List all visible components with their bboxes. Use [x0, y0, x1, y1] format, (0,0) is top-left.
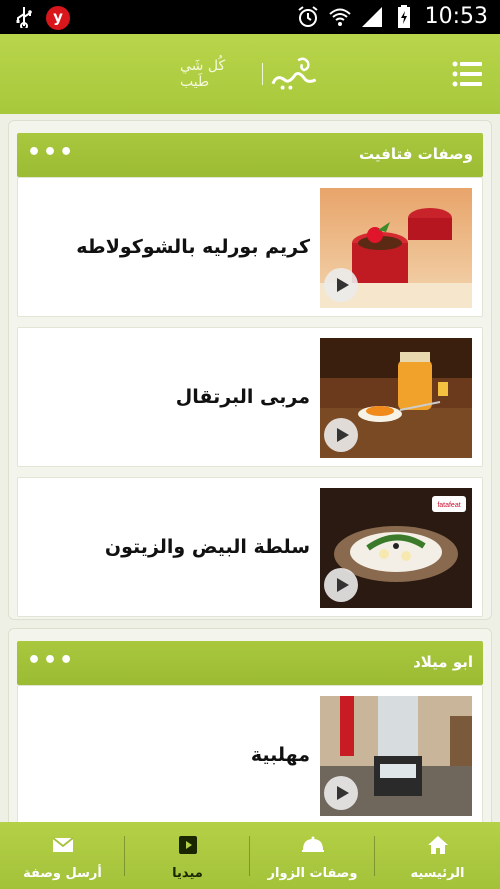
menu-list-icon[interactable]	[450, 56, 486, 92]
matbakh-logo-icon	[271, 57, 317, 90]
logo-separator	[262, 63, 264, 85]
usb-icon	[16, 7, 32, 28]
recipe-title[interactable]: كريم بورليه بالشوكولاطه	[76, 236, 310, 258]
nav-home-label: الرئيسيه	[410, 866, 465, 881]
video-thumbnail[interactable]: fatafeat	[320, 488, 472, 608]
play-button-icon[interactable]	[324, 568, 358, 602]
yandex-icon: y	[46, 6, 70, 30]
section-abu-milad: ابو ميلاد ••• مهلبية	[8, 628, 492, 822]
nav-visitor-recipes[interactable]: وصفات الزوار	[250, 822, 375, 889]
nav-send-recipe-label: أرسل وصفة	[23, 866, 102, 881]
home-icon	[427, 836, 448, 854]
app-logo[interactable]: كُل شَي طَيب	[180, 52, 320, 96]
nav-home[interactable]: الرئيسيه	[375, 822, 500, 889]
logo-tagline: كُل شَي طَيب	[180, 58, 226, 90]
nav-send-recipe[interactable]: أرسل وصفة	[0, 822, 125, 889]
recipe-title[interactable]: مهلبية	[251, 744, 310, 766]
wifi-icon	[329, 8, 351, 26]
fatafeat-badge-text: fatafeat	[437, 502, 460, 509]
signal-icon	[362, 7, 382, 27]
recipe-card[interactable]: مهلبية	[17, 685, 483, 822]
play-button-icon[interactable]	[324, 776, 358, 810]
app-bar: كُل شَي طَيب	[0, 34, 500, 114]
section-title: ابو ميلاد	[413, 653, 473, 671]
nav-visitor-recipes-label: وصفات الزوار	[267, 866, 358, 881]
play-button-icon[interactable]	[324, 268, 358, 302]
recipe-card[interactable]: مربى البرتقال	[17, 327, 483, 467]
content-feed[interactable]: وصفات فتافيت ••• كريم بورليه بالشوكولاطه…	[0, 114, 500, 822]
video-thumbnail[interactable]	[320, 338, 472, 458]
status-bar: y 10:53	[0, 0, 500, 34]
more-dots-icon[interactable]: •••	[27, 650, 75, 672]
alarm-icon	[298, 6, 318, 27]
play-button-icon[interactable]	[324, 418, 358, 452]
video-thumbnail[interactable]	[320, 696, 472, 816]
recipe-title[interactable]: مربى البرتقال	[176, 386, 310, 408]
cloche-icon	[301, 836, 324, 852]
section-fatafeat-recipes: وصفات فتافيت ••• كريم بورليه بالشوكولاطه…	[8, 120, 492, 620]
recipe-card[interactable]: fatafeat سلطة البيض والزيتون	[17, 477, 483, 617]
envelope-icon	[51, 837, 74, 852]
recipe-title[interactable]: سلطة البيض والزيتون	[105, 536, 310, 558]
section-header: وصفات فتافيت •••	[17, 133, 483, 177]
battery-icon	[398, 5, 410, 28]
section-header: ابو ميلاد •••	[17, 641, 483, 685]
clock: 10:53	[424, 4, 488, 29]
recipe-card[interactable]: كريم بورليه بالشوكولاطه	[17, 177, 483, 317]
nav-media-label: ميديا	[172, 866, 203, 881]
more-dots-icon[interactable]: •••	[27, 142, 75, 164]
video-thumbnail[interactable]	[320, 188, 472, 308]
bottom-nav: الرئيسيه وصفات الزوار ميديا أرسل وصفة	[0, 822, 500, 889]
section-title: وصفات فتافيت	[359, 145, 473, 163]
nav-media[interactable]: ميديا	[125, 822, 250, 889]
play-icon	[178, 836, 197, 854]
